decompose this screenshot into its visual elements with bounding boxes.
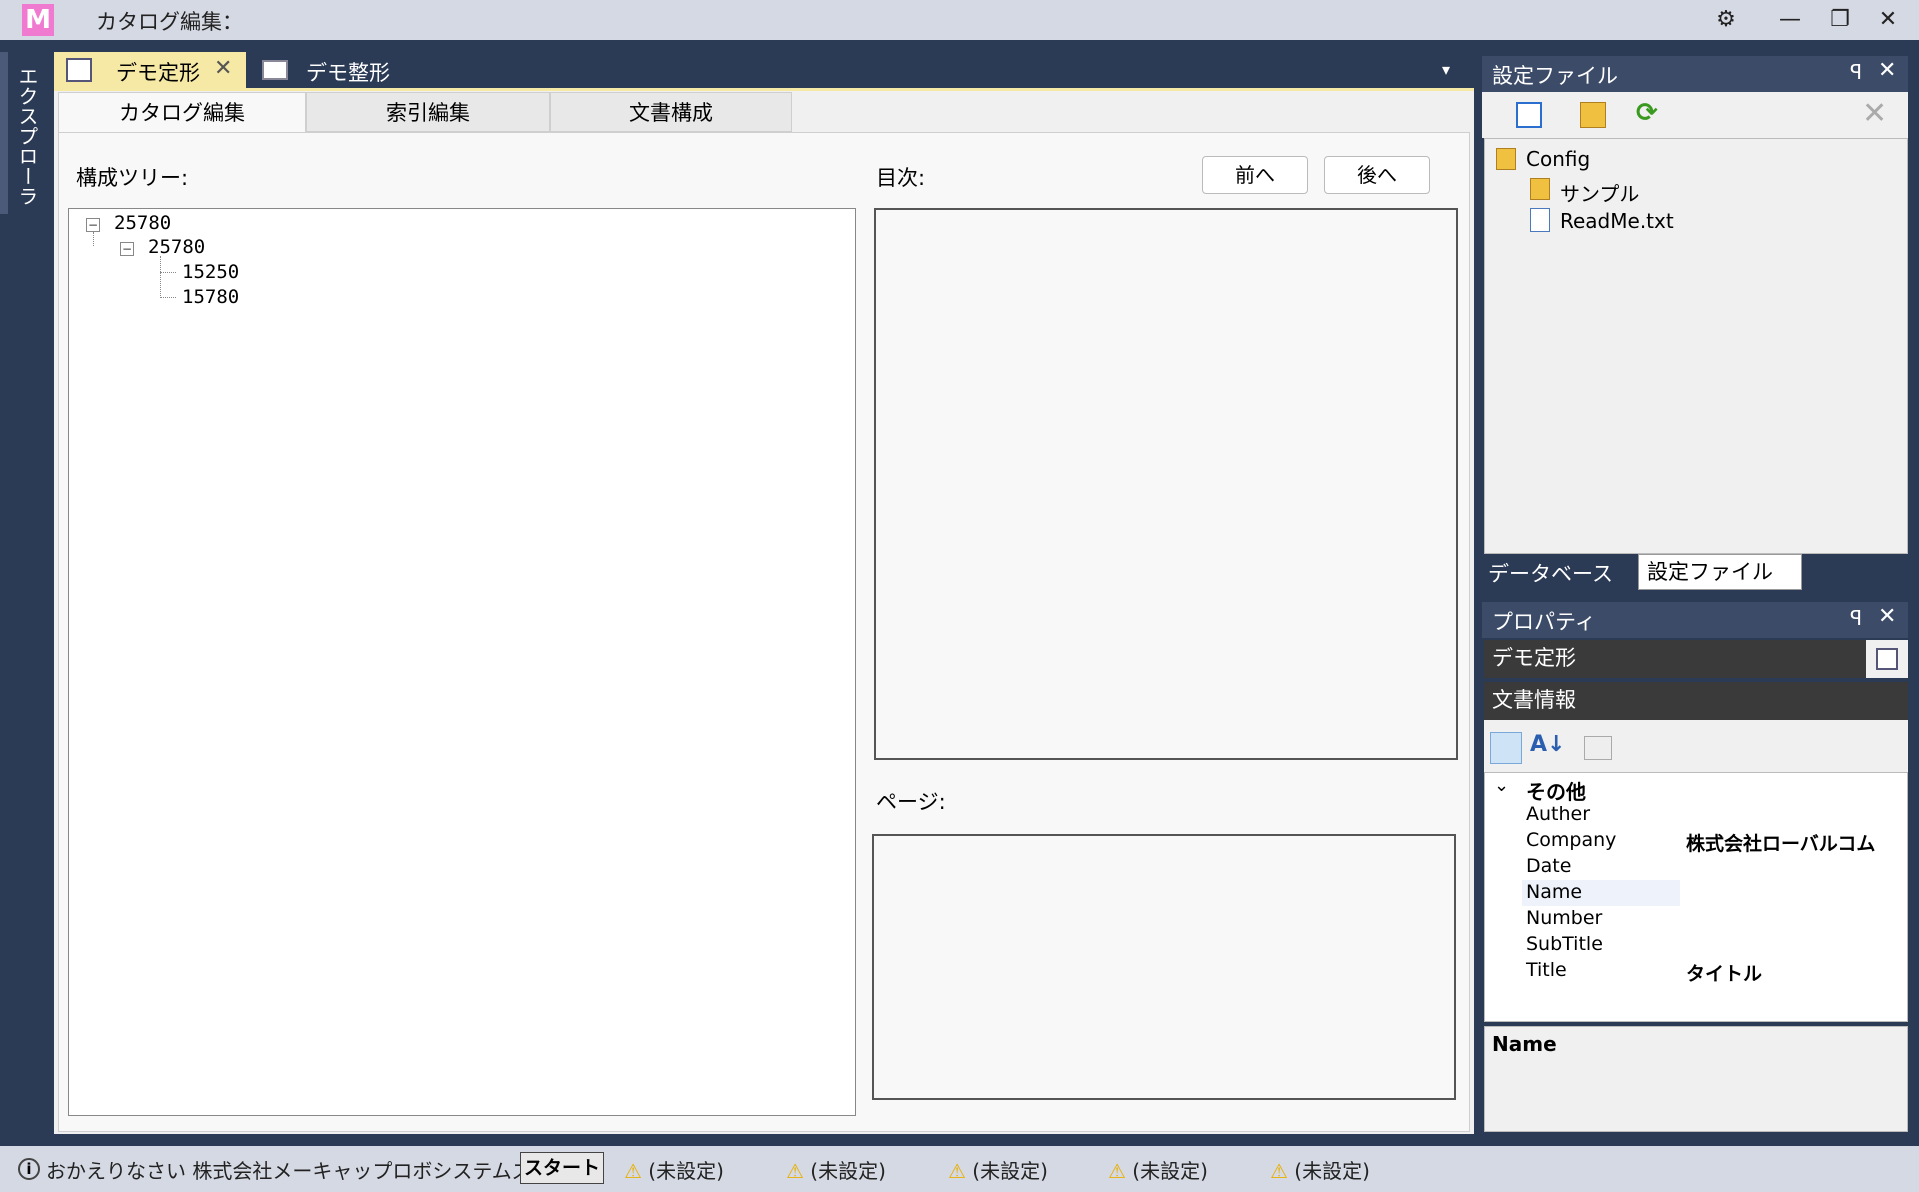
property-group-label: その他 (1526, 780, 1586, 804)
refresh-icon[interactable]: ⟳ (1636, 98, 1658, 128)
explorer-tab-marker (0, 52, 8, 214)
collapse-toggle-icon[interactable]: − (86, 218, 100, 232)
config-panel-title: 設定ファイル (1492, 64, 1618, 88)
warning-text: (未設定) (1294, 1159, 1370, 1183)
tree-connector (93, 232, 94, 246)
pin-icon[interactable]: ꟼ (1850, 60, 1862, 84)
tab-index-edit[interactable]: 索引編集 (306, 92, 550, 132)
tab-database[interactable]: データベース (1488, 558, 1613, 588)
next-button[interactable]: 後へ (1324, 156, 1430, 194)
tab-close-icon[interactable]: ✕ (214, 56, 232, 81)
explorer-side-tab[interactable]: エクスプローラ (12, 56, 42, 216)
close-panel-icon[interactable]: ✕ (1878, 58, 1896, 83)
folder-icon (1496, 148, 1516, 170)
page-list[interactable] (872, 834, 1456, 1100)
doc-tab-label: デモ定形 (116, 61, 200, 85)
text-file-icon (1530, 208, 1550, 232)
toc-label: 目次: (876, 166, 926, 190)
warning-status-item[interactable]: ⚠ (未設定) (1108, 1155, 1208, 1184)
chevron-down-icon[interactable]: ⌄ (1494, 775, 1509, 796)
property-name[interactable]: Number (1526, 907, 1602, 929)
tree-connector (160, 297, 176, 298)
close-panel-icon[interactable]: ✕ (1878, 604, 1896, 629)
property-pages-button[interactable] (1866, 640, 1908, 678)
property-name[interactable]: Name (1526, 881, 1582, 903)
restore-button[interactable]: ❐ (1820, 4, 1860, 36)
tab-list-dropdown-icon[interactable]: ▾ (1442, 60, 1450, 79)
tree-connector (160, 272, 176, 273)
structure-tree-label: 構成ツリー: (76, 166, 189, 190)
title-bar (0, 0, 1919, 40)
warning-icon: ⚠ (1270, 1159, 1288, 1183)
book-icon (262, 60, 288, 80)
warning-status-item[interactable]: ⚠ (未設定) (624, 1155, 724, 1184)
property-name[interactable]: Date (1526, 855, 1571, 877)
tab-catalog-edit[interactable]: カタログ編集 (58, 92, 306, 132)
tree-node[interactable]: 25780 (114, 212, 171, 234)
new-folder-icon[interactable] (1580, 102, 1606, 128)
pin-icon[interactable]: ꟼ (1850, 606, 1862, 630)
toc-list[interactable] (874, 208, 1458, 760)
close-window-button[interactable]: ✕ (1868, 4, 1908, 36)
minimize-button[interactable]: — (1770, 4, 1810, 36)
category-title: 文書情報 (1484, 682, 1908, 720)
edit-document-icon (1876, 648, 1898, 670)
settings-gear-icon[interactable]: ⚙ (1706, 4, 1746, 36)
tree-node[interactable]: 15780 (182, 286, 239, 308)
categorized-view-icon[interactable] (1490, 732, 1522, 764)
warning-icon: ⚠ (1108, 1159, 1126, 1183)
warning-text: (未設定) (648, 1159, 724, 1183)
warning-text: (未設定) (810, 1159, 886, 1183)
config-toolbar (1482, 92, 1908, 138)
tree-item-sample[interactable]: サンプル (1560, 178, 1639, 207)
collapse-toggle-icon[interactable]: − (120, 242, 134, 256)
page-label: ページ: (876, 790, 946, 814)
doc-tab-demo-seikei[interactable]: デモ整形 (306, 57, 390, 87)
tree-item-readme[interactable]: ReadMe.txt (1560, 209, 1674, 233)
tree-node[interactable]: 15250 (182, 261, 239, 283)
property-name[interactable]: Title (1526, 959, 1567, 981)
tree-node[interactable]: 25780 (148, 236, 205, 258)
tree-item-config[interactable]: Config (1526, 147, 1590, 171)
property-description-title: Name (1492, 1032, 1557, 1056)
folder-icon (1530, 178, 1550, 200)
tree-connector (160, 256, 161, 298)
warning-status-item[interactable]: ⚠ (未設定) (786, 1155, 886, 1184)
warning-status-item[interactable]: ⚠ (未設定) (948, 1155, 1048, 1184)
config-tree[interactable] (1484, 138, 1908, 554)
warning-text: (未設定) (1132, 1159, 1208, 1183)
property-value[interactable]: 株式会社ローバルコム (1686, 829, 1875, 856)
property-name[interactable]: Company (1526, 829, 1616, 851)
warning-text: (未設定) (972, 1159, 1048, 1183)
warning-icon: ⚠ (948, 1159, 966, 1183)
start-button[interactable]: スタート (520, 1152, 604, 1184)
object-selector[interactable]: デモ定形 (1484, 640, 1866, 678)
properties-panel-title: プロパティ (1492, 610, 1596, 634)
property-name[interactable]: SubTitle (1526, 933, 1603, 955)
delete-icon[interactable]: ✕ (1862, 96, 1887, 131)
prev-button[interactable]: 前へ (1202, 156, 1308, 194)
new-file-icon[interactable] (1516, 102, 1542, 128)
window-title: カタログ編集： (96, 10, 243, 34)
property-pages-icon[interactable] (1584, 736, 1612, 760)
structure-tree[interactable] (68, 208, 856, 1116)
edit-document-icon (66, 58, 92, 82)
warning-status-item[interactable]: ⚠ (未設定) (1270, 1155, 1370, 1184)
property-name[interactable]: Auther (1526, 803, 1590, 825)
tab-document-structure[interactable]: 文書構成 (550, 92, 792, 132)
tab-config-files[interactable]: 設定ファイル (1638, 554, 1802, 590)
alphabetical-sort-icon[interactable]: A↓ (1530, 732, 1565, 757)
app-logo-icon: M (22, 4, 54, 36)
property-value[interactable]: タイトル (1686, 959, 1762, 986)
warning-icon: ⚠ (624, 1159, 642, 1183)
info-icon: i (18, 1158, 40, 1180)
status-message: おかえりなさい 株式会社メーキャップロボシステムズさん (46, 1159, 572, 1183)
warning-icon: ⚠ (786, 1159, 804, 1183)
